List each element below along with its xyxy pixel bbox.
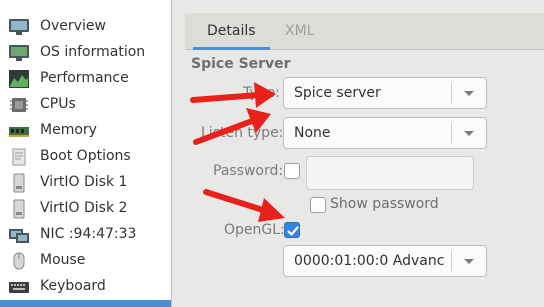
sidebar-item-os-information[interactable]: OS information (0, 40, 171, 66)
memory-module-icon (8, 121, 30, 141)
show-password-checkbox[interactable] (310, 197, 326, 213)
sidebar-item-label: Memory (40, 122, 97, 138)
tab-bar: Details XML (185, 13, 544, 50)
sidebar-item-label: Boot Options (40, 148, 131, 164)
performance-chart-icon (8, 69, 30, 89)
section-title: Spice Server (191, 56, 291, 72)
listen-type-combobox[interactable]: None (283, 117, 487, 149)
disk-icon (8, 173, 30, 193)
chevron-down-icon (464, 131, 474, 136)
checkmark-icon (287, 226, 299, 236)
keyboard-icon (8, 277, 30, 297)
boot-options-icon (8, 147, 30, 167)
sidebar-item-overview[interactable]: Overview (0, 14, 171, 40)
sidebar-item-nic[interactable]: NIC :94:47:33 (0, 222, 171, 248)
rendernode-value: 0000:01:00:0 Advanced (294, 253, 444, 269)
combo-separator (451, 83, 452, 103)
password-label: Password: (213, 163, 284, 179)
cpu-chip-icon (8, 95, 30, 115)
listen-type-label: Listen type: (201, 125, 284, 141)
sidebar-item-label: OS information (40, 44, 146, 60)
opengl-checkbox[interactable] (284, 222, 300, 238)
type-label: Type: (243, 85, 280, 101)
sidebar-item-label: Keyboard (40, 278, 106, 294)
sidebar-item-label: Overview (40, 18, 106, 34)
show-password-label: Show password (330, 196, 439, 212)
sidebar-item-label: Mouse (40, 252, 86, 268)
tab-details[interactable]: Details (193, 13, 270, 50)
monitor-icon (8, 17, 30, 37)
sidebar-item-label: NIC :94:47:33 (40, 226, 137, 242)
sidebar-item-memory[interactable]: Memory (0, 118, 171, 144)
opengl-label: OpenGL: (224, 222, 285, 238)
sidebar-item-label: CPUs (40, 96, 76, 112)
sidebar: Overview OS information Performance CPUs… (0, 0, 172, 307)
main-panel: Details XML Spice Server Type: Spice ser… (173, 0, 544, 307)
sidebar-item-virtio-disk-1[interactable]: VirtIO Disk 1 (0, 170, 171, 196)
type-combobox[interactable]: Spice server (283, 77, 487, 109)
listen-type-value: None (294, 125, 331, 141)
combo-separator (451, 123, 452, 143)
password-checkbox[interactable] (284, 163, 300, 179)
sidebar-item-selected[interactable] (0, 300, 171, 307)
sidebar-item-label: Performance (40, 70, 129, 86)
sidebar-item-keyboard[interactable]: Keyboard (0, 274, 171, 300)
network-icon (8, 225, 30, 245)
sidebar-item-label: VirtIO Disk 2 (40, 200, 128, 216)
sidebar-item-label: VirtIO Disk 1 (40, 174, 128, 190)
sidebar-item-mouse[interactable]: Mouse (0, 248, 171, 274)
sidebar-item-virtio-disk-2[interactable]: VirtIO Disk 2 (0, 196, 171, 222)
rendernode-combobox[interactable]: 0000:01:00:0 Advanced (283, 245, 487, 277)
combo-separator (451, 251, 452, 271)
monitor-icon (8, 43, 30, 63)
type-value: Spice server (294, 85, 381, 101)
chevron-down-icon (464, 91, 474, 96)
sidebar-item-cpus[interactable]: CPUs (0, 92, 171, 118)
chevron-down-icon (464, 259, 474, 264)
password-input[interactable] (306, 156, 474, 190)
mouse-icon (8, 251, 30, 271)
sidebar-item-performance[interactable]: Performance (0, 66, 171, 92)
disk-icon (8, 199, 30, 219)
tab-xml[interactable]: XML (271, 13, 328, 50)
sidebar-item-boot-options[interactable]: Boot Options (0, 144, 171, 170)
